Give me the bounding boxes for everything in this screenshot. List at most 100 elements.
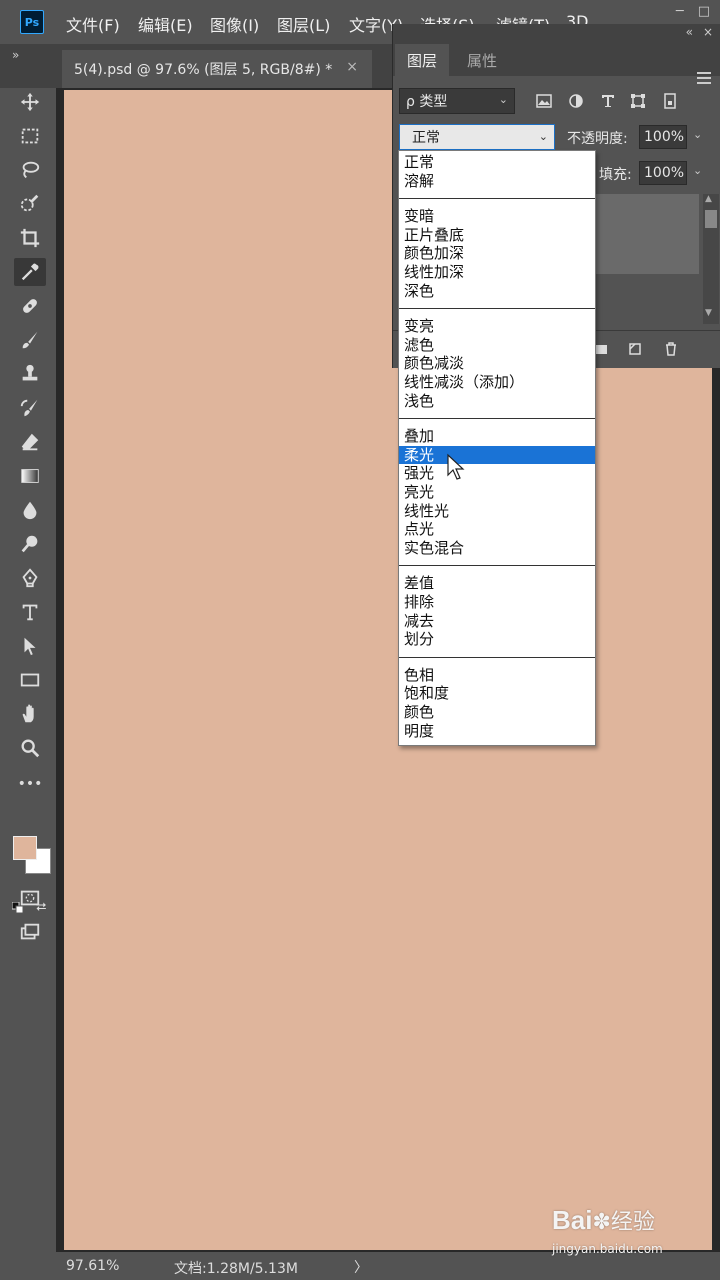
delete-layer-icon[interactable] — [661, 339, 681, 359]
document-size: 文档:1.28M/5.13M — [174, 1261, 298, 1277]
hand-tool-icon[interactable] — [14, 700, 46, 728]
watermark-url: jingyan.baidu.com — [552, 1242, 663, 1256]
blend-mode-option[interactable]: 线性光 — [399, 502, 595, 520]
blend-mode-option[interactable]: 颜色加深 — [399, 244, 595, 262]
blend-mode-option[interactable]: 饱和度 — [399, 684, 595, 702]
blend-mode-option[interactable]: 颜色减淡 — [399, 354, 595, 372]
blend-mode-option[interactable]: 滤色 — [399, 336, 595, 354]
new-layer-icon[interactable] — [625, 339, 645, 359]
move-tool-icon[interactable] — [14, 88, 46, 116]
blend-mode-option[interactable]: 正片叠底 — [399, 226, 595, 244]
layer-filter-kind-select[interactable]: ρ 类型 ⌄ — [399, 88, 515, 114]
filter-smart-object-icon[interactable] — [659, 90, 681, 112]
quick-selection-tool-icon[interactable] — [14, 190, 46, 218]
blend-mode-option[interactable]: 排除 — [399, 593, 595, 611]
blend-mode-option[interactable]: 溶解 — [399, 172, 595, 190]
zoom-level[interactable]: 97.61% — [66, 1258, 119, 1274]
status-bar: 97.61% 文档:1.28M/5.13M 〉 — [56, 1252, 720, 1280]
blend-mode-option[interactable]: 亮光 — [399, 483, 595, 501]
dodge-tool-icon[interactable] — [14, 530, 46, 558]
fill-chevron-icon[interactable]: ⌄ — [693, 164, 702, 177]
filter-kind-label: ρ 类型 — [406, 94, 448, 110]
blend-mode-option[interactable]: 变亮 — [399, 317, 595, 335]
healing-brush-tool-icon[interactable] — [14, 292, 46, 320]
blend-mode-option[interactable]: 实色混合 — [399, 539, 595, 557]
opacity-label: 不透明度: — [567, 131, 628, 147]
fill-input[interactable]: 100% — [639, 161, 687, 185]
type-tool-icon[interactable] — [14, 598, 46, 626]
marquee-tool-icon[interactable] — [14, 122, 46, 150]
crop-tool-icon[interactable] — [14, 224, 46, 252]
dropdown-separator — [399, 198, 595, 200]
pen-tool-icon[interactable] — [14, 564, 46, 592]
zoom-tool-icon[interactable] — [14, 734, 46, 762]
blend-mode-option[interactable]: 点光 — [399, 520, 595, 538]
document-tab[interactable]: 5(4).psd @ 97.6% (图层 5, RGB/8#) * × — [62, 50, 372, 88]
menu-layer[interactable]: 图层(L) — [277, 12, 330, 36]
panel-collapse-icon[interactable]: « — [686, 25, 693, 39]
opacity-input[interactable]: 100% — [639, 125, 687, 149]
gradient-tool-icon[interactable] — [14, 462, 46, 490]
blend-mode-select[interactable]: 正常 ⌄ — [399, 124, 555, 150]
blend-mode-option[interactable]: 颜色 — [399, 703, 595, 721]
eraser-tool-icon[interactable] — [14, 428, 46, 456]
tab-layers[interactable]: 图层 — [395, 44, 450, 76]
menu-edit[interactable]: 编辑(E) — [138, 12, 193, 36]
blend-mode-option[interactable]: 线性减淡（添加） — [399, 373, 595, 391]
layer-row[interactable] — [593, 194, 699, 274]
close-tab-icon[interactable]: × — [346, 59, 358, 75]
filter-shape-icon[interactable] — [627, 90, 649, 112]
eyedropper-tool-icon[interactable] — [14, 258, 46, 286]
status-menu-arrow-icon[interactable]: 〉 — [354, 1257, 368, 1277]
blend-mode-option[interactable]: 强光 — [399, 464, 595, 482]
blend-mode-option[interactable]: 浅色 — [399, 392, 595, 410]
lasso-tool-icon[interactable] — [14, 156, 46, 184]
quick-mask-icon[interactable] — [14, 884, 46, 912]
brush-tool-icon[interactable] — [14, 326, 46, 354]
more-tools-icon[interactable]: ••• — [14, 770, 46, 798]
fill-label: 填充: — [599, 167, 632, 183]
filter-pixel-icon[interactable] — [533, 90, 555, 112]
blur-tool-icon[interactable] — [14, 496, 46, 524]
blend-mode-option[interactable]: 深色 — [399, 282, 595, 300]
clone-stamp-tool-icon[interactable] — [14, 360, 46, 388]
blend-mode-option[interactable]: 叠加 — [399, 427, 595, 445]
baidu-watermark: Bai✽经验 jingyan.baidu.com — [552, 1204, 663, 1256]
blend-mode-option[interactable]: 减去 — [399, 612, 595, 630]
filter-adjustment-icon[interactable] — [565, 90, 587, 112]
maximize-icon[interactable]: □ — [698, 4, 710, 19]
chevron-down-icon: ⌄ — [498, 93, 508, 106]
panel-header: « × — [393, 24, 720, 44]
history-brush-tool-icon[interactable] — [14, 394, 46, 422]
layers-scroll-thumb[interactable] — [705, 210, 717, 228]
paw-icon: ✽ — [592, 1210, 611, 1235]
dropdown-separator — [399, 656, 595, 658]
opacity-chevron-icon[interactable]: ⌄ — [693, 128, 702, 141]
document-tab-title: 5(4).psd @ 97.6% (图层 5, RGB/8#) * — [74, 62, 333, 78]
panel-close-icon[interactable]: × — [703, 25, 713, 39]
scroll-up-icon[interactable]: ▲ — [705, 194, 712, 204]
blend-mode-option[interactable]: 变暗 — [399, 207, 595, 225]
menu-file[interactable]: 文件(F) — [66, 12, 120, 36]
panel-menu-icon[interactable] — [697, 72, 711, 84]
menu-image[interactable]: 图像(I) — [210, 12, 259, 36]
minimize-icon[interactable]: ─ — [676, 4, 684, 19]
blend-mode-option[interactable]: 差值 — [399, 574, 595, 592]
mouse-cursor-icon — [447, 453, 465, 480]
blend-mode-option[interactable]: 划分 — [399, 630, 595, 648]
blend-mode-option[interactable]: 线性加深 — [399, 263, 595, 281]
filter-type-icon[interactable] — [597, 90, 619, 112]
tab-properties[interactable]: 属性 — [455, 44, 509, 76]
blend-mode-dropdown: 正常 溶解变暗 正片叠底 颜色加深 线性加深 深色变亮 滤色 颜色减淡 线性减淡（添加） 浅色叠加… — [398, 150, 596, 746]
scroll-down-icon[interactable]: ▼ — [705, 308, 712, 318]
screen-mode-icon[interactable] — [14, 918, 46, 946]
toolbar-collapse-icon[interactable]: » — [12, 48, 19, 62]
window-controls: ─ □ — [676, 4, 710, 19]
blend-mode-option[interactable]: 柔光 — [399, 445, 595, 464]
blend-mode-option[interactable]: 明度 — [399, 722, 595, 740]
path-selection-tool-icon[interactable] — [14, 632, 46, 660]
blend-mode-option[interactable]: 色相 — [399, 666, 595, 684]
foreground-color-swatch[interactable] — [13, 836, 37, 860]
blend-mode-option[interactable]: 正常 — [399, 153, 595, 171]
rectangle-tool-icon[interactable] — [14, 666, 46, 694]
